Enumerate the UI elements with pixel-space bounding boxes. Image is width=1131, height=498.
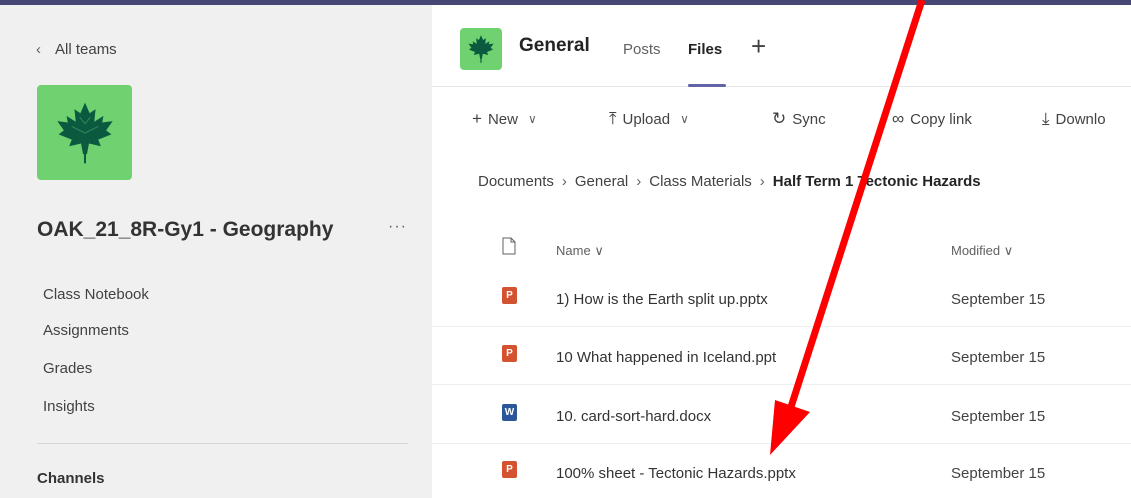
team-name: OAK_21_8R-Gy1 - Geography	[37, 218, 334, 241]
sidebar-item-insights[interactable]: Insights	[43, 398, 95, 415]
file-modified: September 15	[951, 465, 1046, 482]
word-file-icon: W	[502, 404, 517, 421]
team-more-options-button[interactable]: ···	[388, 218, 407, 236]
breadcrumb-current-folder: Half Term 1 Tectonic Hazards	[772, 173, 981, 190]
file-row[interactable]: P 10 What happened in Iceland.ppt Septem…	[432, 329, 1131, 385]
channel-logo	[460, 28, 502, 70]
team-logo	[37, 85, 132, 180]
maple-leaf-icon	[468, 35, 494, 63]
file-name[interactable]: 10. card-sort-hard.docx	[556, 408, 711, 425]
column-modified-label: Modified	[951, 243, 1001, 258]
chevron-down-icon: ∨	[680, 112, 689, 126]
maple-leaf-icon	[56, 102, 113, 163]
file-row[interactable]: P 100% sheet - Tectonic Hazards.pptx Sep…	[432, 445, 1131, 498]
file-modified: September 15	[951, 349, 1046, 366]
file-name[interactable]: 100% sheet - Tectonic Hazards.pptx	[556, 465, 796, 482]
breadcrumb-documents[interactable]: Documents	[478, 173, 554, 190]
powerpoint-file-icon: P	[502, 461, 517, 478]
sidebar-item-class-notebook[interactable]: Class Notebook	[43, 286, 149, 303]
new-label: New	[487, 110, 518, 128]
sync-button[interactable]: ↻ Sync	[772, 109, 826, 129]
new-button[interactable]: + New ∨	[472, 109, 537, 129]
plus-icon: +	[472, 109, 482, 128]
add-tab-button[interactable]: +	[751, 31, 766, 62]
file-name[interactable]: 1) How is the Earth split up.pptx	[556, 291, 768, 308]
breadcrumb-class-materials[interactable]: Class Materials	[649, 173, 752, 190]
sync-label: Sync	[792, 110, 826, 128]
link-icon: ∞	[892, 109, 905, 128]
powerpoint-file-icon: P	[502, 287, 517, 304]
file-row[interactable]: P 1) How is the Earth split up.pptx Sept…	[432, 271, 1131, 327]
column-header-name[interactable]: Name ∨	[556, 243, 604, 259]
breadcrumb: Documents › General › Class Materials › Half T…	[478, 173, 981, 190]
column-name-label: Name	[556, 243, 591, 258]
download-icon: ⤓	[1042, 109, 1050, 128]
file-modified: September 15	[951, 291, 1046, 308]
channel-header: General Posts Files +	[432, 5, 1131, 87]
chevron-right-icon: ›	[759, 173, 765, 190]
team-sidebar: ‹ All teams OAK_21_8R-Gy1 - Geography ··…	[0, 5, 432, 498]
chevron-right-icon: ›	[636, 173, 642, 190]
upload-label: Upload	[622, 110, 671, 128]
sidebar-item-assignments[interactable]: Assignments	[43, 322, 129, 339]
upload-icon: ⤒	[609, 109, 617, 128]
channel-title: General	[519, 35, 590, 56]
file-row[interactable]: W 10. card-sort-hard.docx September 15	[432, 388, 1131, 444]
chevron-down-icon: ∨	[594, 243, 604, 258]
download-label: Downlo	[1055, 110, 1106, 128]
file-type-icon	[502, 237, 516, 255]
chevron-down-icon: ∨	[527, 112, 537, 126]
chevron-right-icon: ›	[561, 173, 567, 190]
files-toolbar: + New ∨ ⤒ Upload ∨ ↻ Sync ∞ Copy link ⤓ …	[432, 87, 1131, 149]
sync-icon: ↻	[772, 109, 787, 128]
file-modified: September 15	[951, 408, 1046, 425]
all-teams-link[interactable]: ‹ All teams	[36, 37, 117, 61]
tab-posts[interactable]: Posts	[623, 41, 661, 58]
upload-button[interactable]: ⤒ Upload ∨	[609, 109, 689, 129]
sidebar-divider	[37, 443, 408, 444]
all-teams-label: All teams	[55, 40, 117, 58]
tab-files[interactable]: Files	[688, 41, 722, 58]
chevron-down-icon: ∨	[1003, 243, 1014, 258]
sidebar-item-grades[interactable]: Grades	[43, 360, 92, 377]
column-header-modified[interactable]: Modified ∨	[951, 243, 1013, 259]
powerpoint-file-icon: P	[502, 345, 517, 362]
download-button[interactable]: ⤓ Downlo	[1042, 109, 1106, 129]
copy-link-label: Copy link	[910, 110, 972, 128]
file-name[interactable]: 10 What happened in Iceland.ppt	[556, 349, 776, 366]
channels-heading[interactable]: Channels	[37, 470, 105, 487]
channel-main-pane: General Posts Files + + New ∨ ⤒ Upload ∨…	[432, 5, 1131, 498]
copy-link-button[interactable]: ∞ Copy link	[892, 109, 972, 129]
chevron-left-icon: ‹	[36, 40, 41, 58]
breadcrumb-general[interactable]: General	[575, 173, 628, 190]
